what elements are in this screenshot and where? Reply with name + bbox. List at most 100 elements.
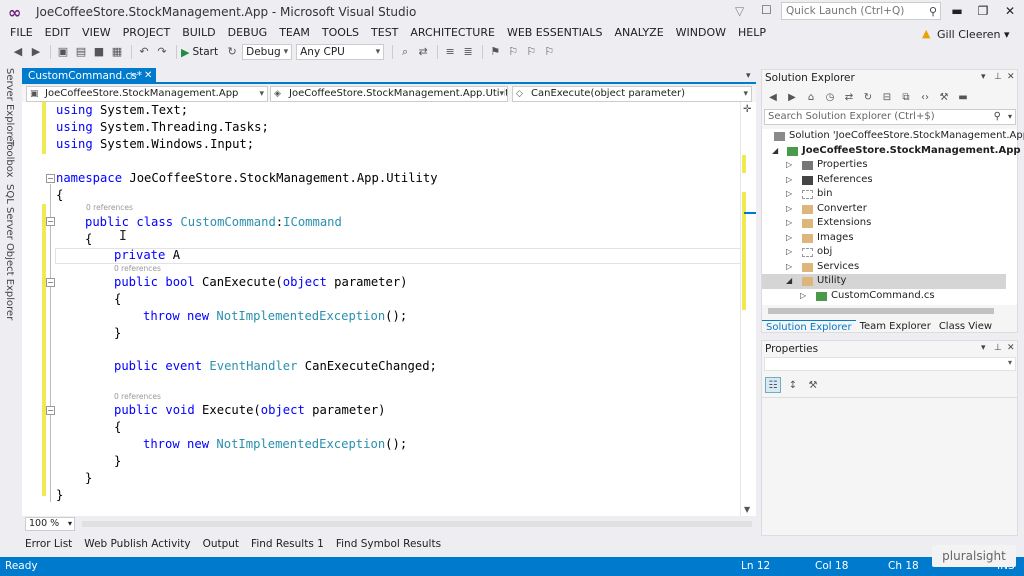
alphabetical-icon[interactable]: ↕ (785, 377, 801, 393)
search-icon[interactable]: ⚲ (994, 110, 1001, 124)
tree-node-bin[interactable]: ▷ bin (762, 187, 1017, 202)
close-tab-icon[interactable]: ✕ (144, 68, 152, 84)
clear-bookmarks-icon[interactable]: ⚐ (541, 44, 557, 60)
tree-node-services[interactable]: ▷ Services (762, 260, 1017, 275)
collapsed-arrow-icon[interactable]: ▷ (786, 260, 792, 274)
menu-team[interactable]: TEAM (273, 24, 316, 42)
menu-project[interactable]: PROJECT (117, 24, 177, 42)
user-account[interactable]: Gill Cleeren ▾ (937, 28, 1010, 41)
codelens-references[interactable]: 0 references (114, 264, 161, 273)
expanded-arrow-icon[interactable]: ◢ (772, 144, 778, 158)
redo-icon[interactable]: ↷ (154, 44, 170, 60)
collapse-execute-icon[interactable]: − (46, 406, 55, 415)
properties-object-select[interactable] (764, 357, 1016, 371)
preview-icon[interactable]: ▬ (955, 90, 971, 106)
project-dropdown[interactable]: ▣ JoeCoffeeStore.StockManagement.App (26, 86, 268, 102)
chevron-down-icon[interactable]: ▾ (1008, 110, 1012, 124)
tree-node-images[interactable]: ▷ Images (762, 231, 1017, 246)
collapsed-arrow-icon[interactable]: ▷ (786, 158, 792, 172)
pin-icon[interactable]: ⊢ (130, 68, 138, 84)
zoom-select[interactable]: 100 % (25, 517, 75, 531)
menu-tools[interactable]: TOOLS (316, 24, 365, 42)
split-window-icon[interactable]: ✛ (743, 104, 751, 115)
codelens-references[interactable]: 0 references (86, 203, 133, 212)
save-icon[interactable]: ■ (91, 44, 107, 60)
member-dropdown[interactable]: ◇ CanExecute(object parameter) (512, 86, 752, 102)
close-button[interactable]: ✕ (998, 2, 1022, 20)
warning-icon[interactable]: ▲ (922, 27, 930, 40)
tab-find-results-1[interactable]: Find Results 1 (245, 538, 330, 550)
menu-view[interactable]: VIEW (76, 24, 117, 42)
back-icon[interactable]: ◀ (10, 44, 26, 60)
uncomment-icon[interactable]: ≣ (460, 44, 476, 60)
save-all-icon[interactable]: ▦ (109, 44, 125, 60)
refresh-icon[interactable]: ↻ (224, 44, 240, 60)
chevron-down-icon[interactable]: ▾ (746, 68, 751, 84)
collapsed-arrow-icon[interactable]: ▷ (786, 231, 792, 245)
home-icon[interactable]: ⌂ (803, 90, 819, 106)
editor-horizontal-scrollbar[interactable] (82, 521, 752, 527)
tree-node-obj[interactable]: ▷ obj (762, 245, 1017, 260)
menu-analyze[interactable]: ANALYZE (609, 24, 670, 42)
search-icon[interactable]: ⚲ (929, 5, 937, 18)
notification-filter-icon[interactable]: ▽ (735, 4, 744, 18)
menu-test[interactable]: TEST (365, 24, 404, 42)
refresh-icon[interactable]: ↻ (860, 90, 876, 106)
server-explorer-tab[interactable]: Server Explorer (4, 68, 15, 146)
next-bookmark-icon[interactable]: ⚐ (523, 44, 539, 60)
collapsed-arrow-icon[interactable]: ▷ (786, 202, 792, 216)
tab-web-publish-activity[interactable]: Web Publish Activity (78, 538, 196, 550)
back-icon[interactable]: ◀ (765, 90, 781, 106)
new-project-icon[interactable]: ▣ (55, 44, 71, 60)
tree-node-converter[interactable]: ▷ Converter (762, 202, 1017, 217)
collapse-canexecute-icon[interactable]: − (46, 278, 55, 287)
tree-node-properties[interactable]: ▷ Properties (762, 158, 1017, 173)
tab-error-list[interactable]: Error List (22, 538, 78, 550)
start-debugging-button[interactable]: ▶ Start (181, 46, 218, 59)
menu-debug[interactable]: DEBUG (222, 24, 274, 42)
pin-icon[interactable]: ⊥ (994, 343, 1002, 353)
browser-link-icon[interactable]: ⇄ (415, 44, 431, 60)
tab-output[interactable]: Output (197, 538, 245, 550)
menu-build[interactable]: BUILD (176, 24, 221, 42)
undo-icon[interactable]: ↶ (136, 44, 152, 60)
close-icon[interactable]: ✕ (1007, 343, 1015, 353)
minimize-button[interactable]: ▬ (945, 2, 969, 20)
quick-launch[interactable]: ⚲ (781, 2, 941, 20)
close-icon[interactable]: ✕ (1007, 72, 1015, 82)
solution-platform-select[interactable]: Any CPU (296, 44, 385, 60)
sql-server-object-explorer-tab[interactable]: SQL Server Object Explorer (4, 184, 15, 320)
history-icon[interactable]: ◷ (822, 90, 838, 106)
categorized-icon[interactable]: ☷ (765, 377, 781, 393)
tree-node-solution[interactable]: Solution 'JoeCoffeeStore.StockManagement… (762, 129, 1024, 144)
menu-edit[interactable]: EDIT (39, 24, 76, 42)
property-pages-icon[interactable]: ⚒ (805, 377, 821, 393)
collapsed-arrow-icon[interactable]: ▷ (786, 187, 792, 201)
menu-web-essentials[interactable]: WEB ESSENTIALS (501, 24, 609, 42)
collapse-class-icon[interactable]: − (46, 217, 55, 226)
solution-explorer-search-input[interactable]: Search Solution Explorer (Ctrl+$) ⚲ ▾ (764, 109, 1016, 125)
view-code-icon[interactable]: ‹› (917, 90, 933, 106)
codelens-references[interactable]: 0 references (114, 392, 161, 401)
forward-icon[interactable]: ▶ (784, 90, 800, 106)
type-dropdown[interactable]: ◈ JoeCoffeeStore.StockManagement.App.Util… (270, 86, 508, 102)
collapsed-arrow-icon[interactable]: ▷ (786, 245, 792, 259)
toolbox-tab[interactable]: Toolbox (4, 140, 15, 178)
properties-wrench-icon[interactable]: ⚒ (936, 90, 952, 106)
open-file-icon[interactable]: ▤ (73, 44, 89, 60)
collapse-namespace-icon[interactable]: − (46, 174, 55, 183)
expanded-arrow-icon[interactable]: ◢ (786, 274, 792, 288)
forward-icon[interactable]: ▶ (28, 44, 44, 60)
sync-icon[interactable]: ⇄ (841, 90, 857, 106)
panel-options-icon[interactable]: ▾ (981, 343, 986, 353)
menu-help[interactable]: HELP (732, 24, 772, 42)
quick-launch-input[interactable] (782, 5, 920, 17)
pin-icon[interactable]: ⊥ (994, 72, 1002, 82)
tab-solution-explorer[interactable]: Solution Explorer (762, 320, 856, 334)
scroll-down-icon[interactable]: ▼ (744, 505, 750, 514)
restore-button[interactable]: ❐ (971, 2, 995, 20)
bookmark-icon[interactable]: ⚑ (487, 44, 503, 60)
prev-bookmark-icon[interactable]: ⚐ (505, 44, 521, 60)
tree-node-references[interactable]: ▷ References (762, 173, 1017, 188)
tree-node-utility[interactable]: ◢ Utility (762, 274, 1006, 289)
